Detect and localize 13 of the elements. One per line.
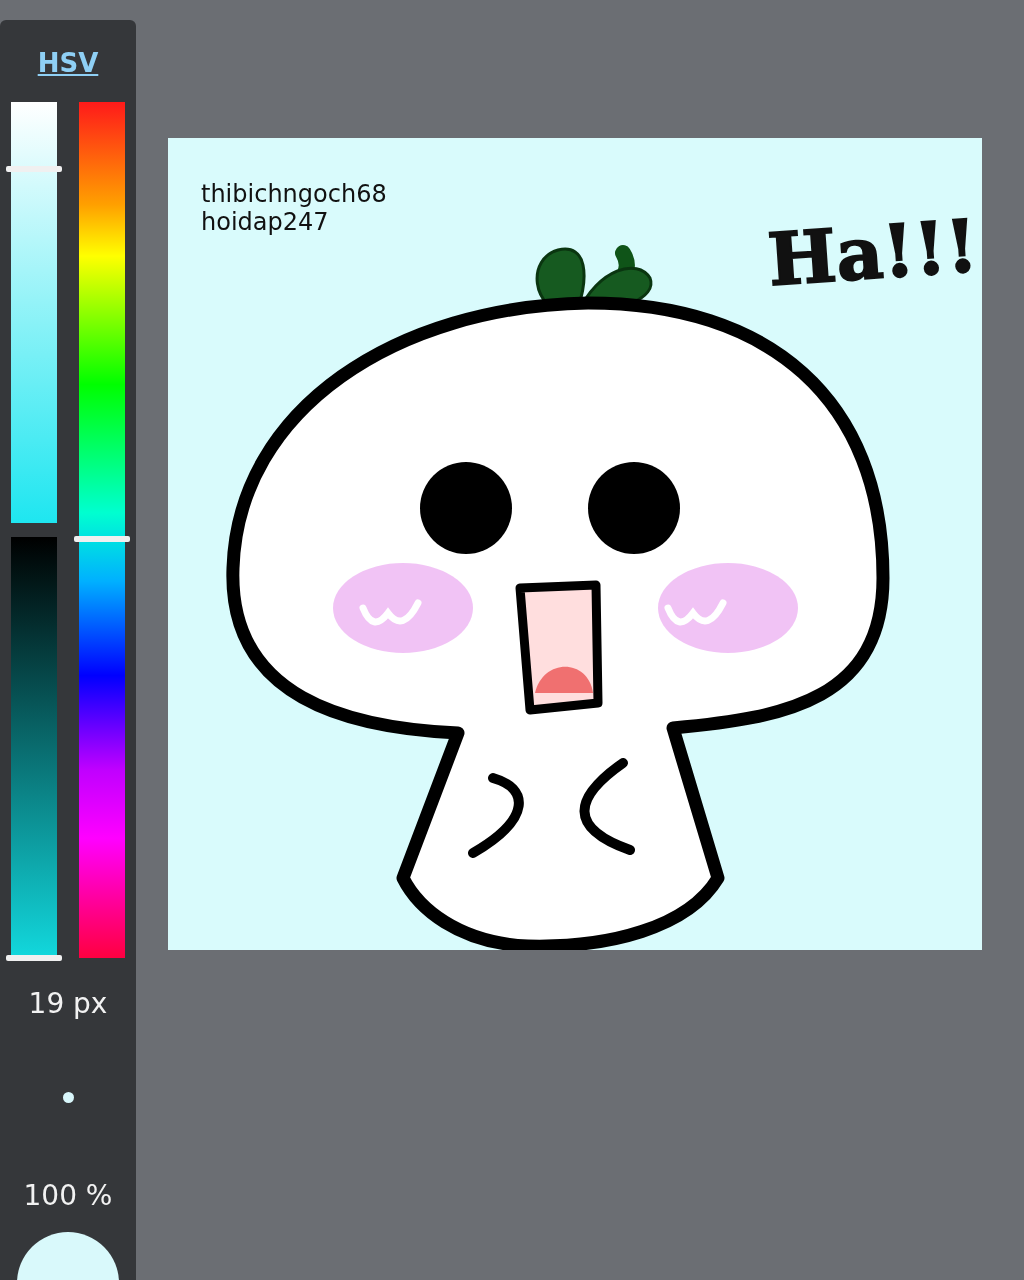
brush-preview-icon [62,1092,74,1103]
color-mode-link[interactable]: HSV [37,48,99,78]
brush-size-label: 19 px [28,987,108,1020]
signature-text: thibichngoch68 [201,180,387,208]
hue-slider[interactable] [74,99,130,961]
slider-thumb[interactable] [6,955,62,961]
value-slider[interactable] [6,534,62,961]
slider-thumb[interactable] [74,535,130,542]
slider-thumb[interactable] [6,166,62,173]
lettering-text: Ha!!! [765,202,981,303]
saturation-slider[interactable] [6,99,62,526]
opacity-label: 100 % [23,1179,113,1212]
signature-text: hoidap247 [201,208,330,236]
